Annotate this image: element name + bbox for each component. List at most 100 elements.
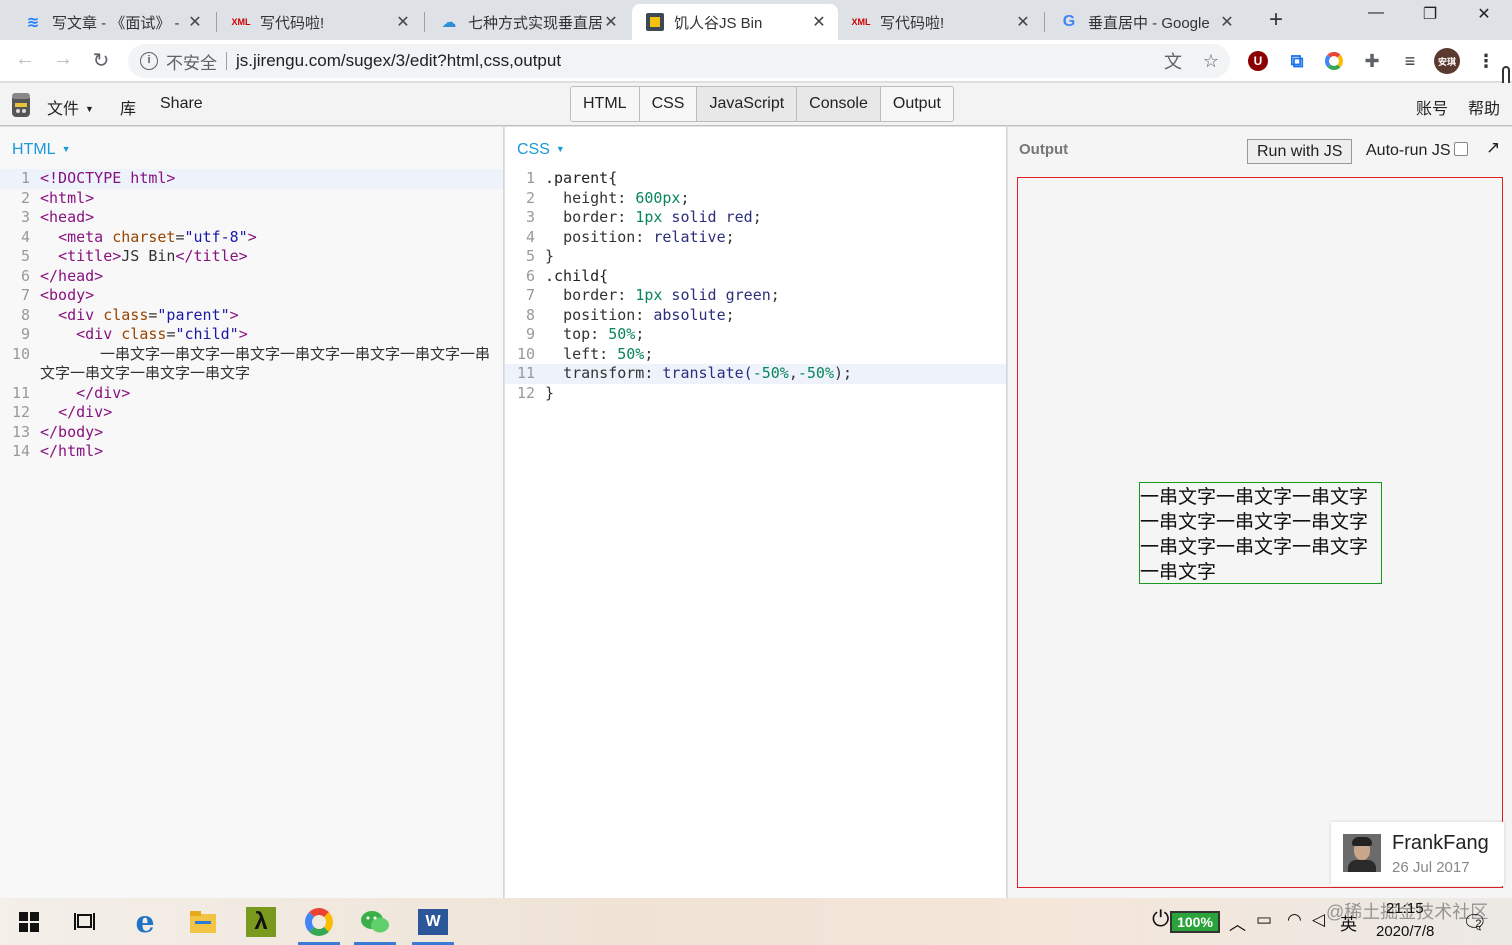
tab-html[interactable]: HTML xyxy=(571,87,640,121)
code-token: , xyxy=(788,364,798,382)
power-plug-icon[interactable]: ⏻ xyxy=(1152,906,1169,932)
tab-css[interactable]: CSS xyxy=(639,87,698,121)
line-number: 8 xyxy=(525,305,535,324)
browser-tab-1[interactable]: ≋ 写文章 - 《面试》 - ✕ xyxy=(10,4,214,40)
tab-title: 饥人谷JS Bin xyxy=(674,14,763,32)
jsbin-logo-icon[interactable] xyxy=(10,91,32,119)
code-line: 6 .child{ xyxy=(505,267,1006,287)
code-token: class xyxy=(103,305,149,324)
css-code[interactable]: 1 .parent{ 2 height: 600px; 3 border: 1px… xyxy=(505,169,1006,403)
panel-toggle-group: HTML CSS JavaScript Console Output xyxy=(570,86,954,122)
tab-title: 写代码啦! xyxy=(260,14,325,32)
more-menu-icon[interactable]: ⋮ xyxy=(1474,49,1498,73)
clock-date[interactable]: 2020/7/8 xyxy=(1376,923,1434,940)
code-text: position: relative; xyxy=(563,227,735,246)
url-text[interactable]: js.jirengu.com/sugex/3/edit?html,css,out… xyxy=(236,51,1154,71)
close-icon[interactable]: ✕ xyxy=(602,12,620,32)
extensions-puzzle-icon[interactable]: ✚ xyxy=(1360,49,1384,73)
word-icon[interactable]: W xyxy=(410,904,456,945)
color-wheel-extension-icon[interactable] xyxy=(1322,49,1346,73)
code-line: 11 </div> xyxy=(0,384,503,404)
run-with-js-button[interactable]: Run with JS xyxy=(1247,139,1353,164)
library-menu[interactable]: 库 xyxy=(120,95,136,119)
code-text: border: 1px solid green; xyxy=(563,286,780,304)
auto-run-js-checkbox[interactable] xyxy=(1454,142,1468,156)
account-menu[interactable]: 账号 xyxy=(1416,95,1448,119)
code-token: -50% xyxy=(797,364,834,382)
translate-icon[interactable]: ⽂ xyxy=(1154,48,1192,74)
author-card[interactable]: FrankFang 26 Jul 2017 xyxy=(1331,822,1504,886)
address-bar[interactable]: i 不安全 js.jirengu.com/sugex/3/edit?html,c… xyxy=(128,44,1230,78)
close-icon[interactable]: ✕ xyxy=(186,12,204,32)
parent-box: 一串文字一串文字一串文字 一串文字一串文字一串文字 一串文字一串文字一串文字 一… xyxy=(1017,177,1503,888)
back-arrow-icon[interactable]: ← xyxy=(12,48,38,71)
close-icon[interactable]: ✕ xyxy=(810,12,828,32)
line-number: 12 xyxy=(11,403,30,421)
bookmark-star-icon[interactable]: ☆ xyxy=(1192,51,1230,72)
edge-browser-icon[interactable]: e xyxy=(122,904,168,940)
notification-center-icon[interactable]: 🗨2 xyxy=(1462,910,1494,935)
wechat-icon[interactable] xyxy=(352,904,398,945)
close-icon[interactable]: ✕ xyxy=(1014,12,1032,32)
browser-tab-3[interactable]: ☁ 七种方式实现垂直居 ✕ xyxy=(426,4,630,40)
wifi-icon[interactable]: ◠ xyxy=(1287,910,1302,930)
reload-icon[interactable]: ↻ xyxy=(88,48,114,73)
css-editor-panel[interactable]: CSS ▼ 1 .parent{ 2 height: 600px; 3 border… xyxy=(505,127,1007,898)
tab-separator xyxy=(424,12,425,32)
clock-time[interactable]: 21:15 xyxy=(1386,900,1424,917)
volume-icon[interactable]: ◁ xyxy=(1312,910,1325,930)
new-tab-button[interactable]: + xyxy=(1262,6,1290,34)
code-token: transform: xyxy=(563,364,663,382)
popout-arrow-icon[interactable]: ↗ xyxy=(1486,138,1500,158)
html-editor-panel[interactable]: HTML ▼ 1 <!DOCTYPE html> 2 <html> 3 <head> 4… xyxy=(0,127,504,898)
browser-toolbar: ← → ↻ i 不安全 js.jirengu.com/sugex/3/edit?… xyxy=(0,40,1512,82)
battery-indicator[interactable]: 100% xyxy=(1170,911,1220,933)
line-number: 5 xyxy=(20,247,30,265)
code-text: </body> xyxy=(40,422,104,441)
css-panel-label[interactable]: CSS ▼ xyxy=(517,141,565,159)
media-queue-icon[interactable]: ≡ xyxy=(1398,49,1422,73)
profile-avatar[interactable]: 安琪 xyxy=(1434,48,1460,74)
lambda-app-icon[interactable]: λ xyxy=(238,904,284,940)
info-icon[interactable]: i xyxy=(140,52,158,70)
file-explorer-icon[interactable] xyxy=(180,904,226,940)
chrome-icon[interactable] xyxy=(296,904,342,945)
auto-run-js-label[interactable]: Auto-run JS xyxy=(1366,142,1450,160)
html-panel-label[interactable]: HTML ▼ xyxy=(12,141,70,159)
share-menu[interactable]: Share xyxy=(160,95,203,113)
ublock-extension-icon[interactable]: U xyxy=(1248,51,1268,71)
html-code[interactable]: 1 <!DOCTYPE html> 2 <html> 3 <head> 4 <meta… xyxy=(0,169,503,462)
file-menu[interactable]: 文件 ▼ xyxy=(47,95,94,119)
line-number: 9 xyxy=(20,325,30,343)
tab-output[interactable]: Output xyxy=(880,87,953,121)
code-token: </div> xyxy=(58,403,113,421)
browser-tab-6[interactable]: G 垂直居中 - Google ✕ xyxy=(1046,4,1246,40)
tab-console[interactable]: Console xyxy=(797,87,881,121)
minimize-icon[interactable]: — xyxy=(1356,4,1396,22)
help-menu[interactable]: 帮助 xyxy=(1468,95,1500,119)
code-line: 8 position: absolute; xyxy=(505,306,1006,326)
line-number: 7 xyxy=(20,286,30,304)
code-line: 5} xyxy=(505,247,1006,267)
browser-tab-5[interactable]: XML 写代码啦! ✕ xyxy=(838,4,1042,40)
code-line: 6 </head> xyxy=(0,267,503,287)
tab-javascript[interactable]: JavaScript xyxy=(697,87,798,121)
forward-arrow-icon[interactable]: → xyxy=(50,48,76,71)
security-status[interactable]: 不安全 xyxy=(166,49,217,74)
browser-tab-2[interactable]: XML 写代码啦! ✕ xyxy=(218,4,422,40)
close-icon[interactable]: ✕ xyxy=(394,12,412,32)
battery-tray-icon[interactable]: ▭ xyxy=(1256,910,1272,930)
browser-tab-4-active[interactable]: 饥人谷JS Bin ✕ xyxy=(632,4,838,40)
code-token: </title> xyxy=(175,247,248,265)
code-text: <html> xyxy=(40,188,95,207)
close-window-icon[interactable]: ✕ xyxy=(1464,4,1504,24)
task-view-icon[interactable] xyxy=(62,904,108,940)
code-text: <!DOCTYPE html> xyxy=(40,169,176,187)
windows-start-icon[interactable] xyxy=(6,904,52,940)
restore-icon[interactable]: ❐ xyxy=(1410,4,1450,24)
line-number: 3 xyxy=(20,208,30,226)
close-icon[interactable]: ✕ xyxy=(1218,12,1236,32)
tray-expand-chevron-icon[interactable]: ︿ xyxy=(1229,910,1246,935)
screen-capture-extension-icon[interactable]: ⧉ xyxy=(1285,49,1309,73)
css-panel-label-text: CSS xyxy=(517,141,550,158)
